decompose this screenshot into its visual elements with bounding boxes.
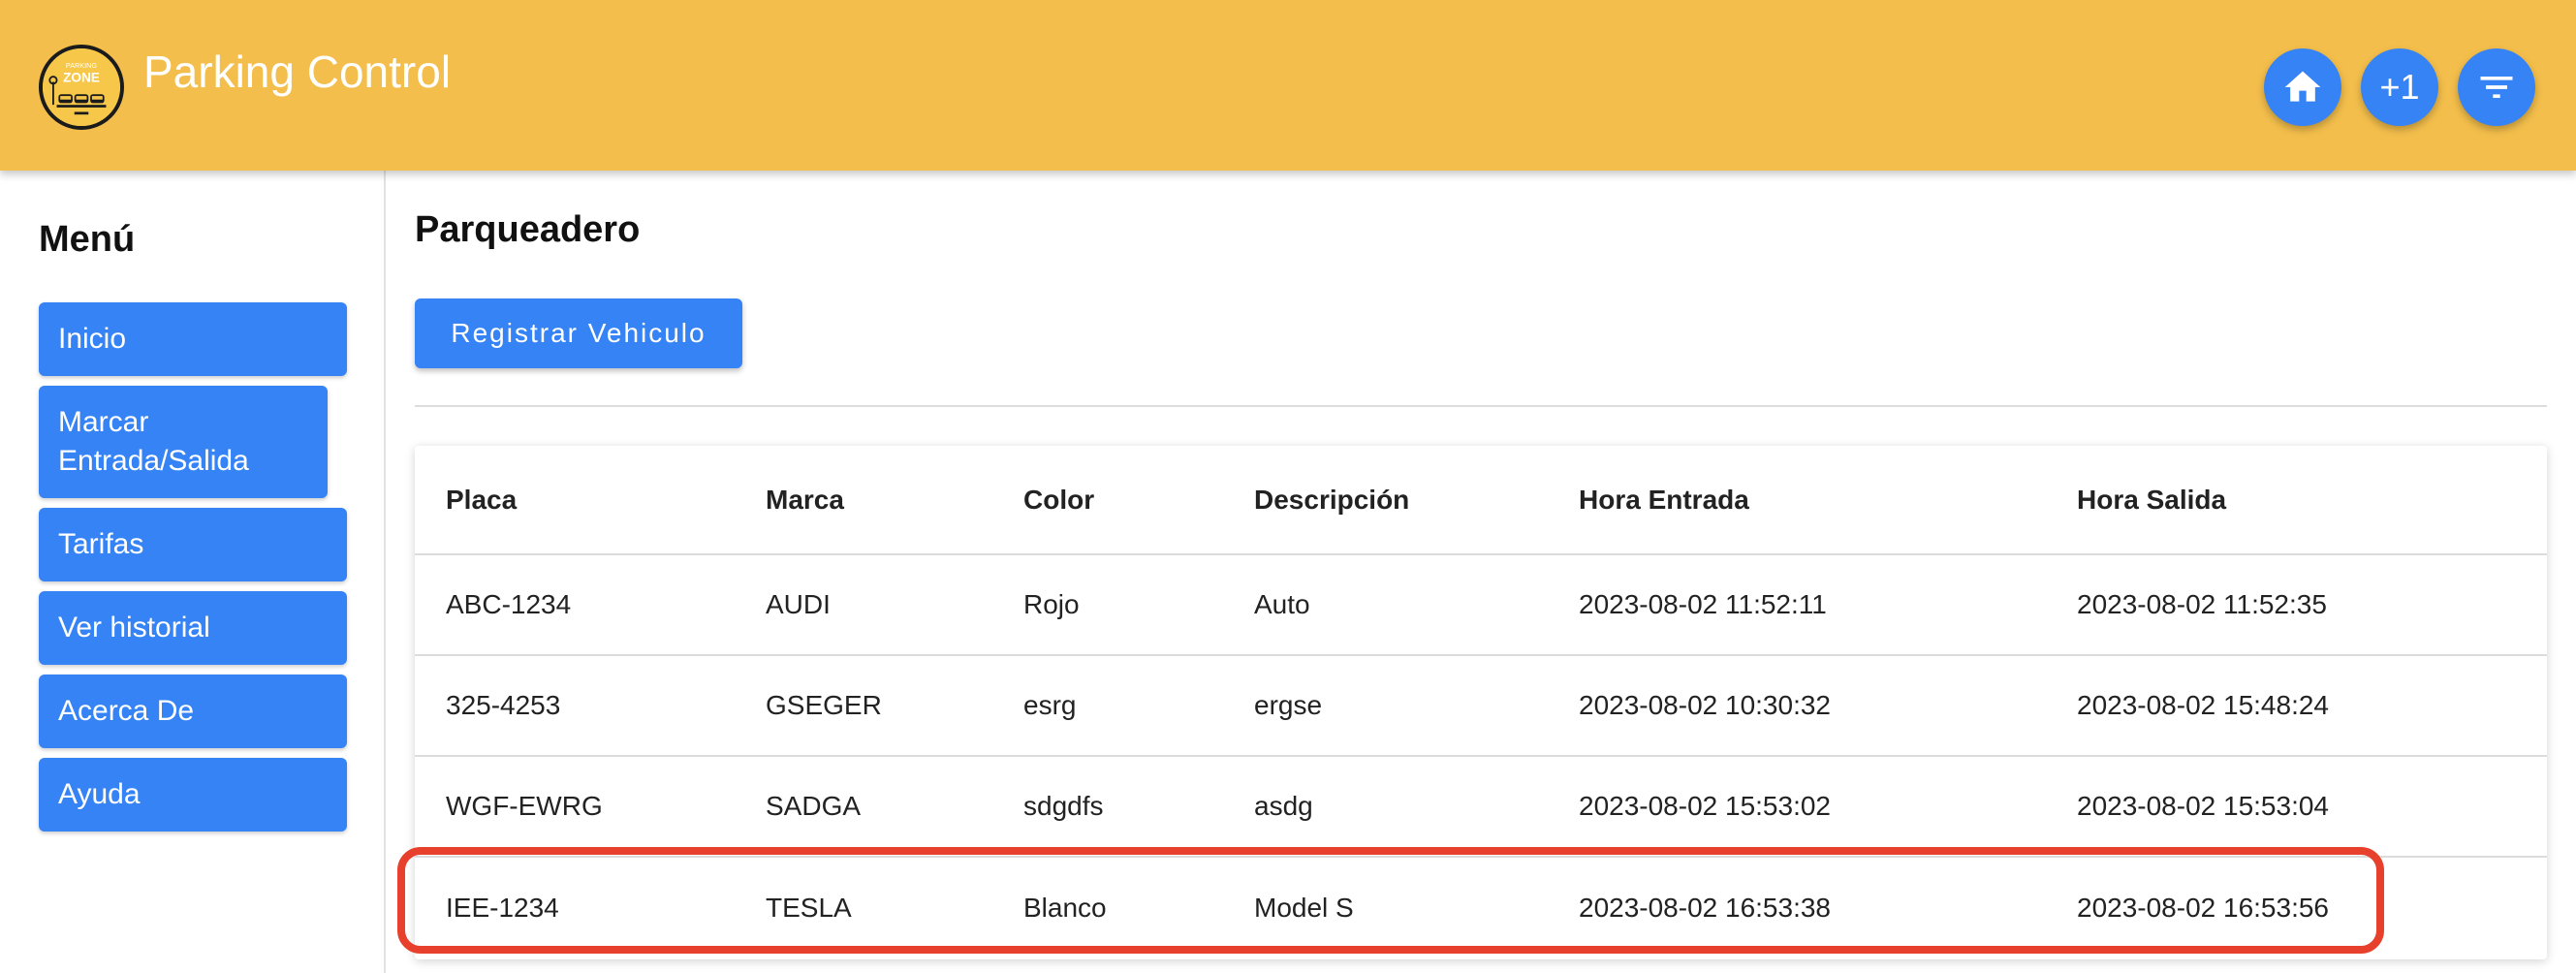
cell-hora-entrada: 2023-08-02 15:53:02 — [1548, 756, 2046, 858]
sidebar-item-ayuda[interactable]: Ayuda — [39, 758, 347, 832]
table-row[interactable]: WGF-EWRG SADGA sdgdfs asdg 2023-08-02 15… — [415, 756, 2547, 858]
cell-hora-entrada: 2023-08-02 16:53:38 — [1579, 892, 1831, 923]
column-header-hora-entrada[interactable]: Hora Entrada — [1548, 446, 2046, 555]
cell-descripcion: asdg — [1223, 756, 1548, 858]
cell-descripcion: Model S — [1254, 892, 1354, 923]
cell-descripcion: ergse — [1223, 655, 1548, 757]
cell-color: Rojo — [992, 554, 1223, 656]
cell-hora-salida: 2023-08-02 11:52:35 — [2046, 554, 2547, 656]
parking-zone-logo: PARKING ZONE — [39, 45, 124, 130]
sidebar-item-marcar-entrada-salida[interactable]: Marcar Entrada/Salida — [39, 386, 328, 498]
plus-one-icon: +1 — [2379, 67, 2420, 107]
cell-hora-salida: 2023-08-02 15:48:24 — [2046, 655, 2547, 757]
sidebar-item-inicio[interactable]: Inicio — [39, 302, 347, 376]
cell-color: esrg — [992, 655, 1223, 757]
add-one-button[interactable]: +1 — [2361, 48, 2438, 126]
sidebar: Menú Inicio Marcar Entrada/Salida Tarifa… — [0, 171, 386, 973]
table-row[interactable]: 325-4253 GSEGER esrg ergse 2023-08-02 10… — [415, 655, 2547, 757]
column-header-descripcion[interactable]: Descripción — [1223, 446, 1548, 555]
cell-placa: 325-4253 — [415, 655, 735, 757]
table-row[interactable]: IEE-1234 TESLA Blanco Model S 2023-08-02… — [415, 857, 2547, 957]
cell-placa: WGF-EWRG — [415, 756, 735, 858]
menu-list: Inicio Marcar Entrada/Salida Tarifas Ver… — [39, 302, 347, 832]
divider — [415, 405, 2547, 407]
cell-descripcion: Auto — [1223, 554, 1548, 656]
cell-marca: SADGA — [735, 756, 992, 858]
column-header-marca[interactable]: Marca — [735, 446, 992, 555]
column-header-color[interactable]: Color — [992, 446, 1223, 555]
main-content: Parqueadero Registrar Vehiculo Placa Mar… — [386, 171, 2576, 973]
column-header-placa[interactable]: Placa — [415, 446, 735, 555]
app-header: PARKING ZONE Parking Control +1 — [0, 0, 2576, 171]
cell-hora-entrada: 2023-08-02 10:30:32 — [1548, 655, 2046, 757]
cell-marca: GSEGER — [735, 655, 992, 757]
parking-zone-logo-icon: PARKING ZONE — [43, 48, 120, 126]
logo-text-main: ZONE — [63, 71, 100, 85]
parking-table: Placa Marca Color Descripción Hora Entra… — [415, 446, 2547, 957]
cell-marca: TESLA — [766, 892, 852, 923]
cell-color: Blanco — [1023, 892, 1107, 923]
cell-hora-entrada: 2023-08-02 11:52:11 — [1548, 554, 2046, 656]
home-icon — [2284, 71, 2321, 102]
cell-hora-salida: 2023-08-02 16:53:56 — [2077, 892, 2329, 923]
app-window: PARKING ZONE Parking Control +1 Menú Ini… — [0, 0, 2576, 973]
sidebar-item-tarifas[interactable]: Tarifas — [39, 508, 347, 581]
parking-table-card: Placa Marca Color Descripción Hora Entra… — [415, 446, 2547, 959]
filter-icon — [2480, 77, 2513, 98]
cell-hora-salida: 2023-08-02 15:53:04 — [2046, 756, 2547, 858]
logo-text-top: PARKING — [66, 61, 98, 70]
page-title: Parqueadero — [415, 209, 641, 250]
table-row[interactable]: ABC-1234 AUDI Rojo Auto 2023-08-02 11:52… — [415, 554, 2547, 656]
sidebar-item-acerca-de[interactable]: Acerca De — [39, 675, 347, 748]
cell-placa: ABC-1234 — [415, 554, 735, 656]
menu-title: Menú — [39, 219, 136, 260]
cell-color: sdgdfs — [992, 756, 1223, 858]
column-header-hora-salida[interactable]: Hora Salida — [2046, 446, 2547, 555]
cell-placa: IEE-1234 — [446, 892, 559, 923]
sidebar-item-ver-historial[interactable]: Ver historial — [39, 591, 347, 665]
cell-marca: AUDI — [735, 554, 992, 656]
filter-button[interactable] — [2458, 48, 2535, 126]
home-button[interactable] — [2264, 48, 2341, 126]
register-vehicle-button[interactable]: Registrar Vehiculo — [415, 298, 742, 368]
app-title: Parking Control — [143, 47, 452, 97]
table-header-row: Placa Marca Color Descripción Hora Entra… — [415, 446, 2547, 555]
